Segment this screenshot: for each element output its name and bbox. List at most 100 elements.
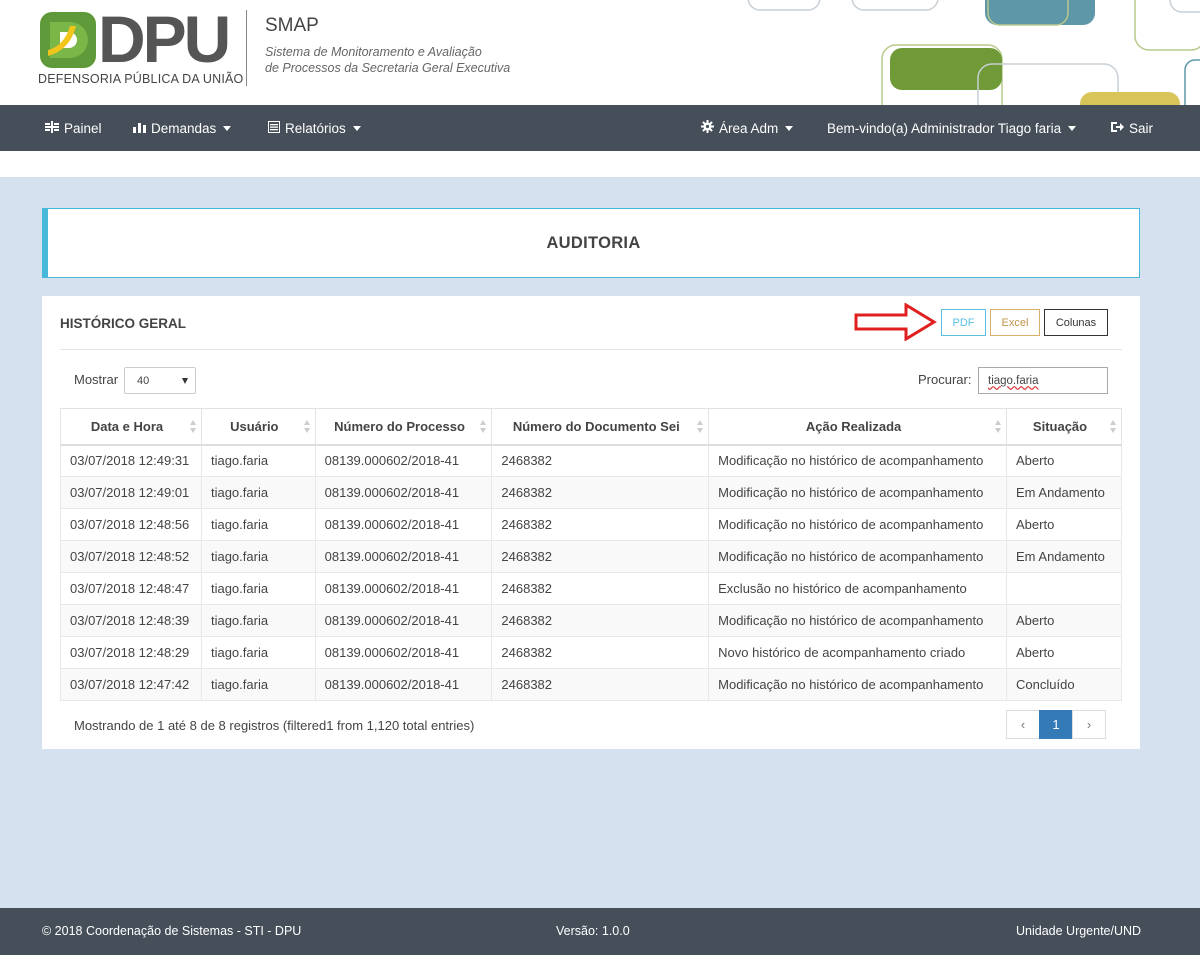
sort-icon: [189, 420, 197, 434]
gear-icon: [701, 120, 714, 136]
table-body: 03/07/2018 12:49:31 tiago.faria 08139.0006…: [60, 444, 1122, 701]
chevron-down-icon: [352, 125, 361, 131]
column-header-2[interactable]: Número do Processo: [314, 408, 493, 446]
table-cell: 03/07/2018 12:48:52: [60, 540, 202, 573]
app-name: SMAP: [265, 15, 319, 36]
column-header-0[interactable]: Data e Hora: [60, 408, 202, 446]
bar-chart-icon: [133, 121, 146, 136]
table-cell: tiago.faria: [200, 668, 316, 701]
table-cell: Modificação no histórico de acompanhamen…: [708, 444, 1008, 477]
sort-icon: [697, 420, 704, 434]
page-length-label: Mostrar: [74, 372, 119, 387]
logout-icon: [1111, 121, 1124, 136]
table-cell: Modificação no histórico de acompanhamen…: [708, 540, 1008, 573]
table-cell: Concluído: [1006, 668, 1122, 701]
nav-painel[interactable]: Painel: [45, 105, 102, 151]
column-header-3[interactable]: Número do Documento Sei: [491, 408, 710, 446]
column-header-4[interactable]: Ação Realizada: [708, 408, 1008, 446]
logo-text: DPU: [98, 2, 231, 76]
export-excel-button[interactable]: Excel: [990, 309, 1040, 336]
table-row[interactable]: 03/07/2018 12:48:56 tiago.faria 08139.0006…: [60, 508, 1122, 541]
chevron-down-icon: [182, 378, 188, 384]
pagination-next-button[interactable]: ›: [1072, 710, 1106, 739]
table-cell: Em Andamento: [1006, 540, 1122, 573]
table-row[interactable]: 03/07/2018 12:47:42 tiago.faria 08139.0006…: [60, 668, 1122, 701]
search-input[interactable]: tiago.faria: [978, 367, 1108, 394]
pagination-page-1[interactable]: 1: [1039, 710, 1073, 739]
sort-icon: [303, 420, 311, 434]
column-header-label: Data e Hora: [90, 418, 164, 434]
page-length-select[interactable]: 40: [124, 367, 196, 394]
table-cell: tiago.faria: [200, 636, 316, 669]
footer-copyright: © 2018 Coordenação de Sistemas - STI - D…: [42, 924, 302, 938]
nav-user-menu[interactable]: Bem-vindo(a) Administrador Tiago faria: [827, 105, 1077, 151]
nav-sair-label: Sair: [1129, 120, 1154, 136]
pagination-prev-button[interactable]: ‹: [1006, 710, 1040, 739]
table-cell: 2468382: [491, 540, 710, 573]
nav-sair[interactable]: Sair: [1111, 105, 1153, 151]
footer: © 2018 Coordenação de Sistemas - STI - D…: [0, 908, 1200, 955]
dpu-logo-icon: [40, 12, 96, 68]
panel-divider: [60, 349, 1122, 350]
table-cell: 03/07/2018 12:47:42: [60, 668, 202, 701]
pagination: ‹ 1 ›: [1006, 710, 1106, 739]
column-header-1[interactable]: Usuário: [200, 408, 316, 446]
nav-demandas[interactable]: Demandas: [133, 105, 232, 151]
table-cell: Aberto: [1006, 604, 1122, 637]
column-header-5[interactable]: Situação: [1006, 408, 1122, 446]
table-row[interactable]: 03/07/2018 12:48:52 tiago.faria 08139.0006…: [60, 540, 1122, 573]
table-cell: Modificação no histórico de acompanhamen…: [708, 604, 1008, 637]
search-label: Procurar:: [918, 372, 972, 387]
table-cell: Exclusão no histórico de acompanhamento: [708, 572, 1008, 605]
table-cell: tiago.faria: [200, 604, 316, 637]
logo-subtitle: DEFENSORIA PÚBLICA DA UNIÃO: [38, 72, 244, 86]
table-cell: 2468382: [491, 444, 710, 477]
nav-relatorios[interactable]: Relatórios: [268, 105, 361, 151]
column-header-label: Usuário: [230, 418, 279, 434]
table-cell: 08139.000602/2018-41: [314, 444, 493, 477]
chevron-down-icon: [1068, 125, 1077, 131]
table-row[interactable]: 03/07/2018 12:48:29 tiago.faria 08139.0006…: [60, 636, 1122, 669]
table-cell: [1006, 572, 1122, 605]
table-cell: Aberto: [1006, 508, 1122, 541]
table-cell: tiago.faria: [200, 508, 316, 541]
table-cell: 08139.000602/2018-41: [314, 604, 493, 637]
history-panel: HISTÓRICO GERAL PDF Excel Colunas Mostra…: [42, 296, 1140, 749]
header-divider: [246, 10, 247, 86]
table-cell: tiago.faria: [200, 444, 316, 477]
table-cell: 08139.000602/2018-41: [314, 508, 493, 541]
search-input-value: tiago.faria: [988, 374, 1039, 387]
table-cell: Aberto: [1006, 444, 1122, 477]
sort-icon: [995, 420, 1002, 434]
nav-area-adm[interactable]: Área Adm: [701, 105, 794, 151]
table-cell: 03/07/2018 12:48:29: [60, 636, 202, 669]
table-cell: 03/07/2018 12:49:31: [60, 444, 202, 477]
table-cell: 08139.000602/2018-41: [314, 636, 493, 669]
table-row[interactable]: 03/07/2018 12:49:31 tiago.faria 08139.0006…: [60, 444, 1122, 477]
table-cell: 08139.000602/2018-41: [314, 540, 493, 573]
table-cell: 03/07/2018 12:48:39: [60, 604, 202, 637]
app-description-line2: de Processos da Secretaria Geral Executi…: [265, 61, 511, 75]
list-alt-icon: [268, 120, 280, 136]
header: DPU DEFENSORIA PÚBLICA DA UNIÃO SMAP Sis…: [0, 0, 1200, 105]
chevron-down-icon: [223, 125, 232, 131]
table-row[interactable]: 03/07/2018 12:48:39 tiago.faria 08139.0006…: [60, 604, 1122, 637]
export-pdf-button[interactable]: PDF: [941, 309, 986, 336]
table-cell: 2468382: [491, 668, 710, 701]
table-cell: Aberto: [1006, 636, 1122, 669]
sitemap-icon: [45, 120, 59, 136]
columns-button[interactable]: Colunas: [1044, 309, 1108, 336]
table-info: Mostrando de 1 até 8 de 8 registros (fil…: [74, 718, 475, 733]
column-header-label: Número do Documento Sei: [512, 418, 680, 434]
table-cell: 03/07/2018 12:48:47: [60, 572, 202, 605]
table-row[interactable]: 03/07/2018 12:48:47 tiago.faria 08139.0006…: [60, 572, 1122, 605]
table-cell: tiago.faria: [200, 572, 316, 605]
table-cell: 08139.000602/2018-41: [314, 668, 493, 701]
table-cell: 2468382: [491, 508, 710, 541]
table-row[interactable]: 03/07/2018 12:49:01 tiago.faria 08139.0006…: [60, 476, 1122, 509]
nav-spacer: [0, 151, 1200, 177]
table-cell: Em Andamento: [1006, 476, 1122, 509]
table-cell: 08139.000602/2018-41: [314, 476, 493, 509]
table-cell: Modificação no histórico de acompanhamen…: [708, 668, 1008, 701]
page-length-value: 40: [137, 374, 150, 387]
